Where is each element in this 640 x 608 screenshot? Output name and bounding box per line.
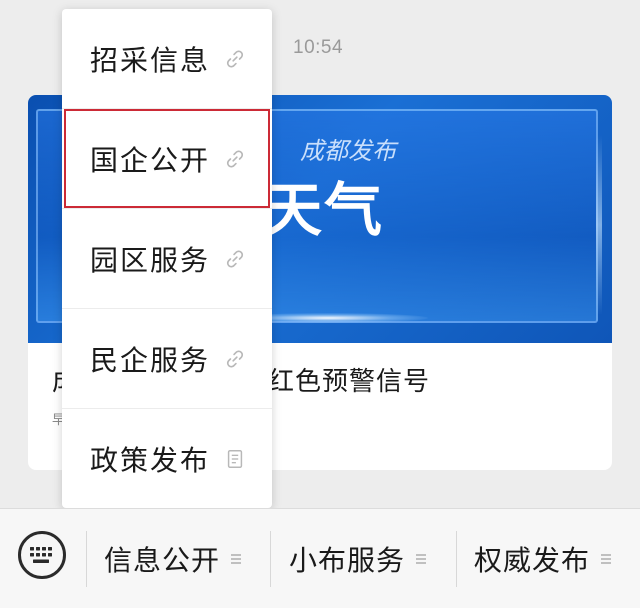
- menu-lines-icon: [416, 554, 427, 564]
- keyboard-icon: [30, 547, 52, 563]
- submenu-popup: 招采信息 国企公开 园区服务 民企服务 政策发布: [62, 9, 272, 508]
- tab-info-disclosure[interactable]: 信息公开: [104, 539, 242, 579]
- tab-label: 权威发布: [474, 544, 591, 577]
- link-icon: [226, 49, 244, 68]
- menu-item-label: 园区服务: [90, 243, 211, 277]
- tab-label: 小布服务: [289, 544, 406, 577]
- menu-item-procurement-info[interactable]: 招采信息: [62, 9, 272, 109]
- divider: [270, 531, 271, 587]
- tab-label: 信息公开: [104, 544, 221, 577]
- menu-lines-icon: [601, 554, 612, 564]
- menu-item-label: 民企服务: [90, 343, 211, 377]
- menu-item-park-services[interactable]: 园区服务: [62, 209, 272, 309]
- tab-xiaobu-services[interactable]: 小布服务: [289, 539, 427, 579]
- menu-item-private-enterprise-services[interactable]: 民企服务: [62, 309, 272, 409]
- menu-lines-icon: [231, 554, 242, 564]
- banner-title: 天气: [264, 176, 385, 244]
- divider: [86, 531, 87, 587]
- menu-item-soe-disclosure[interactable]: 国企公开: [62, 109, 272, 209]
- document-icon: [227, 450, 243, 468]
- link-icon: [226, 349, 244, 368]
- divider: [456, 531, 457, 587]
- bottom-menu-bar: 信息公开 小布服务 权威发布: [0, 508, 640, 608]
- link-icon: [226, 249, 244, 268]
- menu-item-label: 招采信息: [90, 43, 211, 77]
- tab-authoritative-release[interactable]: 权威发布: [474, 539, 612, 579]
- menu-item-policy-release[interactable]: 政策发布: [62, 409, 272, 508]
- chat-timestamp: 10:54: [293, 37, 344, 58]
- link-icon: [226, 149, 244, 168]
- banner-glow-edge: [596, 135, 602, 315]
- menu-item-label: 政策发布: [90, 444, 211, 477]
- keyboard-toggle-button[interactable]: [18, 531, 66, 579]
- menu-item-label: 国企公开: [90, 143, 211, 177]
- banner-brand: 成都发布: [300, 137, 396, 165]
